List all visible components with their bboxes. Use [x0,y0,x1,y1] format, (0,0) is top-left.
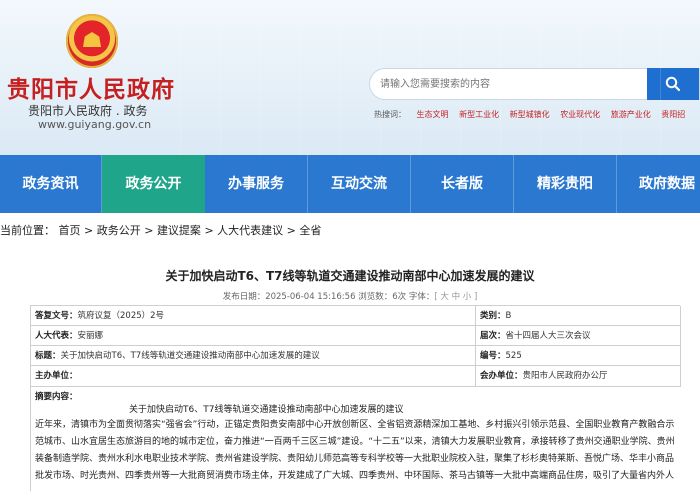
field-label: 编号： [480,351,506,361]
field-label: 人大代表： [35,331,78,341]
published-date: 2025-06-04 15:16:56 [265,292,356,302]
breadcrumb-label: 当前位置： [0,224,55,237]
hot-search-term[interactable]: 生态文明 [417,110,449,119]
table-cell: 类别：B [476,306,681,325]
table-cell: 届次：省十四届人大三次会议 [476,326,681,345]
hot-search-term[interactable]: 新型工业化 [459,110,499,119]
hot-search-term[interactable]: 新型城镇化 [510,110,550,119]
breadcrumb-npc-suggestions[interactable]: 人大代表建议 [217,222,283,238]
search-box [369,68,700,100]
site-title[interactable]: 贵阳市人民政府 [7,70,175,104]
nav-item-government-data[interactable]: 政府数据 [617,155,700,213]
nav-item-wonderful-guiyang[interactable]: 精彩贵阳 [514,155,617,213]
field-value: 贵阳市人民政府办公厅 [522,371,608,381]
hot-search-term[interactable]: 贵阳招 [661,110,685,119]
breadcrumb-separator: > [286,224,296,237]
breadcrumb-separator: > [84,224,94,237]
font-size-options[interactable]: [ 大 中 小 ] [434,292,477,302]
hot-search-term[interactable]: 农业现代化 [560,110,600,119]
field-value: 筑府议复（2025）2号 [77,311,165,321]
published-label: 发布日期： [222,292,266,302]
abstract-label: 摘要内容： [35,392,78,402]
abstract-title: 关于加快启动T6、T7线等轨道交通建设推动南部中心加速发展的建议 [129,405,404,415]
table-cell: 标题：关于加快启动T6、T7线等轨道交通建设推动南部中心加速发展的建议 [31,346,476,365]
breadcrumb-proposals[interactable]: 建议提案 [157,222,201,238]
nav-item-services[interactable]: 办事服务 [205,155,308,213]
field-label: 标题： [35,351,61,361]
article-title: 关于加快启动T6、T7线等轨道交通建设推动南部中心加速发展的建议 [165,269,535,283]
field-label: 会办单位： [480,371,523,381]
table-cell: 编号：525 [476,346,681,365]
breadcrumb-separator: > [144,224,154,237]
nav-item-elderly-version[interactable]: 长者版 [411,155,514,213]
search-input[interactable] [380,74,640,94]
hot-search-label: 热搜词： [374,110,406,119]
breadcrumb-separator: > [204,224,214,237]
breadcrumb-open-government[interactable]: 政务公开 [97,222,141,238]
field-label: 答复文号： [35,311,78,321]
article-meta: 发布日期：2025-06-04 15:16:56 浏览数：6次 字体：[ 大 中… [0,290,700,302]
hot-search-term[interactable]: 旅游产业化 [611,110,651,119]
table-row: 答复文号：筑府议复（2025）2号 类别：B [31,306,681,326]
field-value: 省十四届人大三次会议 [505,331,591,341]
breadcrumb: 当前位置： 首页 > 政务公开 > 建议提案 > 人大代表建议 > 全省 [0,222,700,240]
field-value: 关于加快启动T6、T7线等轨道交通建设推动南部中心加速发展的建议 [60,351,320,361]
suggestion-info-table: 答复文号：筑府议复（2025）2号 类别：B 人大代表：安丽娜 届次：省十四届人… [30,305,681,491]
table-cell: 答复文号：筑府议复（2025）2号 [31,306,476,325]
table-row: 人大代表：安丽娜 届次：省十四届人大三次会议 [31,326,681,346]
national-emblem-icon [66,14,118,68]
views-label: 浏览数： [358,292,393,302]
nav-item-news[interactable]: 政务资讯 [0,155,102,213]
table-cell: 人大代表：安丽娜 [31,326,476,345]
field-value: 525 [505,351,522,361]
breadcrumb-home[interactable]: 首页 [59,222,81,238]
table-cell: 会办单位：贵阳市人民政府办公厅 [476,366,681,386]
site-url: www.guiyang.gov.cn [38,118,152,131]
main-nav: 政务资讯 政务公开 办事服务 互动交流 长者版 精彩贵阳 政府数据 [0,155,700,213]
breadcrumb-province[interactable]: 全省 [299,222,321,238]
site-header: 贵阳市人民政府 贵阳市人民政府 . 政务 www.guiyang.gov.cn … [0,0,700,155]
nav-item-interaction[interactable]: 互动交流 [308,155,411,213]
page: 贵阳市人民政府 贵阳市人民政府 . 政务 www.guiyang.gov.cn … [0,0,700,491]
field-value: 安丽娜 [77,331,104,341]
field-label: 类别： [480,311,506,321]
hot-search-terms: 热搜词： 生态文明 新型工业化 新型城镇化 农业现代化 旅游产业化 贵阳招 [374,109,700,123]
font-size-label: 字体： [408,292,435,302]
search-button[interactable] [647,68,699,100]
views-count: 6次 [392,292,407,302]
search-icon [665,76,681,92]
table-row: 标题：关于加快启动T6、T7线等轨道交通建设推动南部中心加速发展的建议 编号：5… [31,346,681,366]
field-label: 届次： [480,331,506,341]
table-row: 主办单位： 会办单位：贵阳市人民政府办公厅 [31,366,681,387]
site-subtitle: 贵阳市人民政府 . 政务 [28,104,148,118]
nav-item-open-government[interactable]: 政务公开 [102,155,205,213]
field-value: B [505,311,512,321]
field-label: 主办单位： [35,371,78,381]
abstract-text: 近年来，清镇市为全面贯彻落实“强省会”行动，正锚定贵阳贵安南部中心开放创新区、全… [35,420,675,481]
table-cell: 主办单位： [31,366,476,386]
